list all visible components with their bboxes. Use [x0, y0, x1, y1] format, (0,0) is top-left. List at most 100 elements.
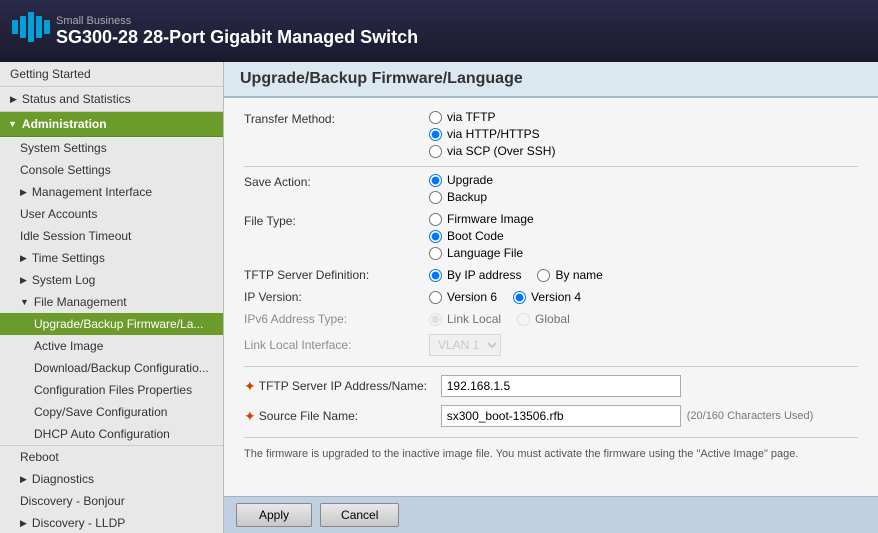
ip-v6-radio[interactable]: [429, 291, 442, 304]
arrow-icon: ▶: [20, 187, 27, 198]
small-business-label: Small Business: [56, 15, 418, 27]
save-action-row: Save Action: Upgrade Backup: [244, 173, 858, 204]
sidebar: Getting Started ▶ Status and Statistics …: [0, 62, 224, 533]
sidebar-item-upgrade-backup[interactable]: Upgrade/Backup Firmware/La...: [0, 313, 223, 335]
file-type-options: Firmware Image Boot Code Language File: [429, 212, 534, 260]
transfer-tftp-radio[interactable]: [429, 111, 442, 124]
arrow-icon: ▶: [20, 518, 27, 529]
tftp-server-def-options: By IP address By name: [429, 268, 603, 282]
sidebar-item-file-management[interactable]: ▼ File Management: [0, 291, 223, 313]
save-action-label: Save Action:: [244, 173, 429, 189]
tftp-server-ip-input[interactable]: [441, 375, 681, 397]
ip-v4-radio[interactable]: [513, 291, 526, 304]
tftp-by-name-radio[interactable]: [537, 269, 550, 282]
sidebar-item-copy-save-config[interactable]: Copy/Save Configuration: [0, 401, 223, 423]
save-backup-radio[interactable]: [429, 191, 442, 204]
sidebar-item-active-image[interactable]: Active Image: [0, 335, 223, 357]
apply-button[interactable]: Apply: [236, 503, 312, 527]
file-firmware-radio[interactable]: [429, 213, 442, 226]
file-language-option[interactable]: Language File: [429, 246, 534, 260]
ipv6-address-type-label: IPv6 Address Type:: [244, 312, 429, 326]
sidebar-item-system-settings[interactable]: System Settings: [0, 137, 223, 159]
sidebar-item-administration[interactable]: ▼ Administration: [0, 112, 223, 137]
transfer-http-option[interactable]: via HTTP/HTTPS: [429, 127, 555, 141]
tftp-by-name-option[interactable]: By name: [537, 268, 602, 282]
ipv6-global-option: Global: [517, 312, 570, 326]
source-file-row: ✦ Source File Name: (20/160 Characters U…: [244, 405, 858, 427]
button-bar: Apply Cancel: [224, 496, 878, 533]
tftp-server-ip-row: ✦ TFTP Server IP Address/Name:: [244, 375, 858, 397]
sidebar-item-getting-started[interactable]: Getting Started: [0, 62, 223, 87]
sidebar-item-reboot[interactable]: Reboot: [0, 445, 223, 468]
sidebar-item-user-accounts[interactable]: User Accounts: [0, 203, 223, 225]
divider2: [244, 366, 858, 367]
transfer-method-options: via TFTP via HTTP/HTTPS via SCP (Over SS…: [429, 110, 555, 158]
ipv6-link-local-radio: [429, 313, 442, 326]
ipv6-address-type-options: Link Local Global: [429, 312, 570, 326]
arrow-icon: ▶: [20, 474, 27, 485]
divider1: [244, 166, 858, 167]
ipv6-global-radio: [517, 313, 530, 326]
sidebar-item-config-files-properties[interactable]: Configuration Files Properties: [0, 379, 223, 401]
sidebar-item-dhcp-auto-config[interactable]: DHCP Auto Configuration: [0, 423, 223, 445]
info-text: The firmware is upgraded to the inactive…: [244, 437, 858, 463]
header: Small Business SG300-28 28-Port Gigabit …: [0, 0, 878, 62]
save-upgrade-radio[interactable]: [429, 174, 442, 187]
tftp-server-ip-label: TFTP Server IP Address/Name:: [259, 379, 441, 393]
cisco-logo: Small Business SG300-28 28-Port Gigabit …: [12, 12, 418, 50]
device-name: SG300-28 28-Port Gigabit Managed Switch: [56, 27, 418, 48]
content-area: Transfer Method: via TFTP via HTTP/HTTPS…: [224, 98, 878, 533]
arrow-icon: ▶: [20, 253, 27, 264]
sidebar-item-time-settings[interactable]: ▶ Time Settings: [0, 247, 223, 269]
file-type-row: File Type: Firmware Image Boot Code Lang…: [244, 212, 858, 260]
ip-version-label: IP Version:: [244, 290, 429, 304]
ipv6-link-local-option: Link Local: [429, 312, 501, 326]
transfer-scp-option[interactable]: via SCP (Over SSH): [429, 144, 555, 158]
transfer-scp-radio[interactable]: [429, 145, 442, 158]
link-local-interface-row: Link Local Interface: VLAN 1: [244, 334, 858, 356]
file-type-label: File Type:: [244, 212, 429, 228]
arrow-icon: ▶: [10, 94, 17, 105]
arrow-icon: ▼: [20, 297, 29, 307]
sidebar-item-diagnostics[interactable]: ▶ Diagnostics: [0, 468, 223, 490]
link-local-interface-label: Link Local Interface:: [244, 338, 429, 352]
file-boot-option[interactable]: Boot Code: [429, 229, 534, 243]
sidebar-item-management-interface[interactable]: ▶ Management Interface: [0, 181, 223, 203]
page-title: Upgrade/Backup Firmware/Language: [224, 62, 878, 98]
sidebar-item-discovery-bonjour[interactable]: Discovery - Bonjour: [0, 490, 223, 512]
file-firmware-option[interactable]: Firmware Image: [429, 212, 534, 226]
transfer-tftp-option[interactable]: via TFTP: [429, 110, 555, 124]
arrow-icon: ▼: [8, 119, 17, 129]
sidebar-item-idle-session-timeout[interactable]: Idle Session Timeout: [0, 225, 223, 247]
file-language-radio[interactable]: [429, 247, 442, 260]
main-content-wrapper: Upgrade/Backup Firmware/Language Transfe…: [224, 62, 878, 533]
sidebar-item-discovery-lldp[interactable]: ▶ Discovery - LLDP: [0, 512, 223, 533]
source-file-required-icon: ✦: [244, 408, 256, 425]
ipv6-address-type-row: IPv6 Address Type: Link Local Global: [244, 312, 858, 326]
sidebar-item-download-backup[interactable]: Download/Backup Configuratio...: [0, 357, 223, 379]
tftp-server-def-row: TFTP Server Definition: By IP address By…: [244, 268, 858, 282]
link-local-interface-select: VLAN 1: [429, 334, 501, 356]
ip-v4-option[interactable]: Version 4: [513, 290, 581, 304]
tftp-by-ip-radio[interactable]: [429, 269, 442, 282]
source-file-label: Source File Name:: [259, 409, 441, 423]
transfer-method-label: Transfer Method:: [244, 110, 429, 126]
file-boot-radio[interactable]: [429, 230, 442, 243]
sidebar-item-console-settings[interactable]: Console Settings: [0, 159, 223, 181]
transfer-http-radio[interactable]: [429, 128, 442, 141]
cancel-button[interactable]: Cancel: [320, 503, 399, 527]
ip-version-options: Version 6 Version 4: [429, 290, 581, 304]
tftp-server-def-label: TFTP Server Definition:: [244, 268, 429, 282]
save-action-options: Upgrade Backup: [429, 173, 493, 204]
save-upgrade-option[interactable]: Upgrade: [429, 173, 493, 187]
tftp-by-ip-option[interactable]: By IP address: [429, 268, 521, 282]
source-file-input[interactable]: [441, 405, 681, 427]
transfer-method-row: Transfer Method: via TFTP via HTTP/HTTPS…: [244, 110, 858, 158]
tftp-server-ip-required-icon: ✦: [244, 378, 256, 395]
arrow-icon: ▶: [20, 275, 27, 286]
sidebar-item-status-statistics[interactable]: ▶ Status and Statistics: [0, 87, 223, 112]
ip-v6-option[interactable]: Version 6: [429, 290, 497, 304]
save-backup-option[interactable]: Backup: [429, 190, 493, 204]
char-count-label: (20/160 Characters Used): [687, 410, 814, 422]
sidebar-item-system-log[interactable]: ▶ System Log: [0, 269, 223, 291]
